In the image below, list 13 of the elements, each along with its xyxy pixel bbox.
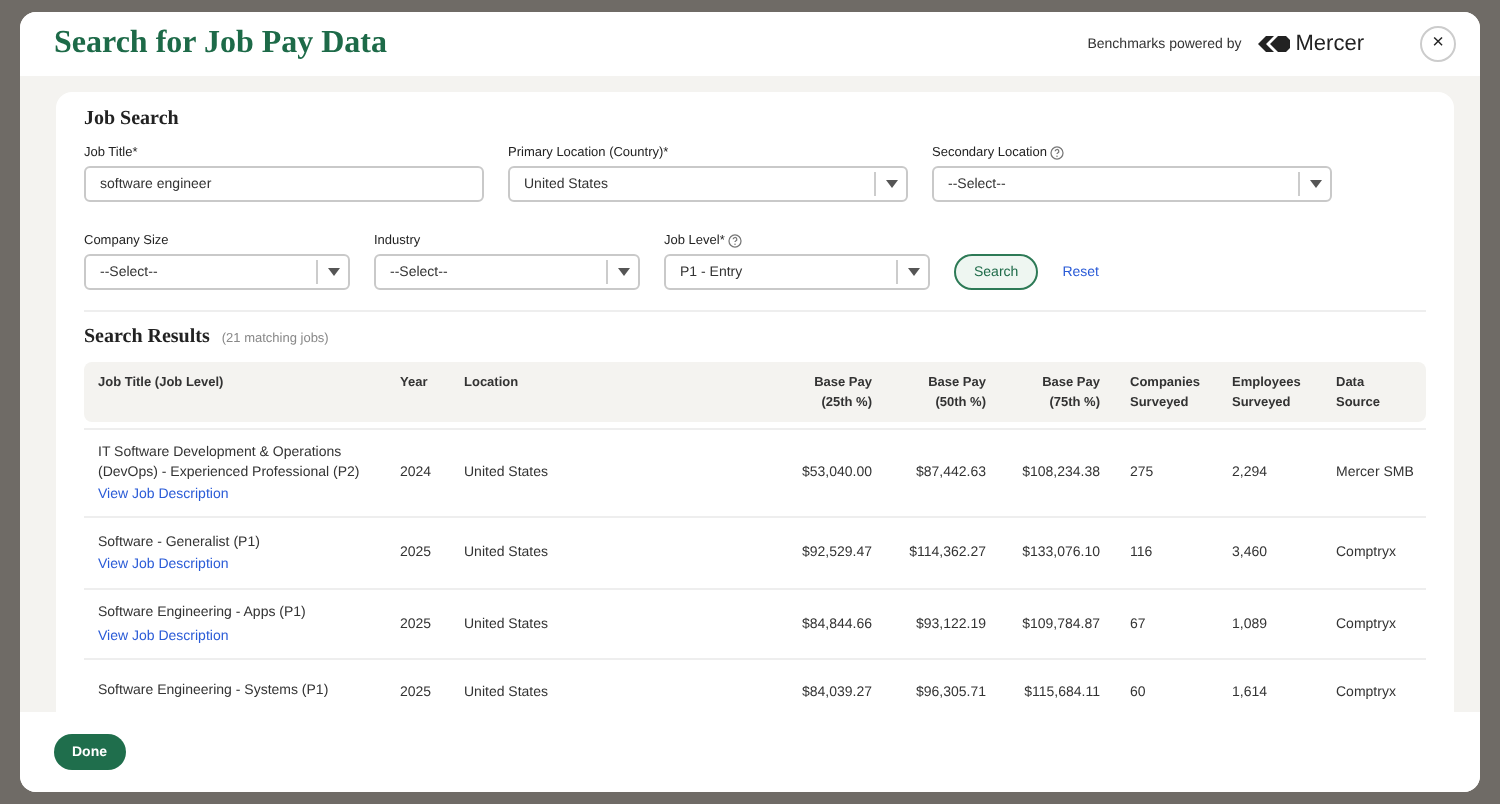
caret-icon — [1309, 180, 1321, 188]
dialog-title: Search for Job Pay Data — [54, 26, 390, 62]
section-title: Job Search — [84, 108, 181, 130]
section-title: Search Results — [84, 326, 210, 348]
caret-icon — [907, 268, 919, 276]
help-icon — [1050, 146, 1065, 160]
close-button[interactable]: × — [1420, 26, 1456, 62]
caret-icon — [885, 180, 897, 188]
caret-icon — [617, 268, 629, 276]
caret-icon — [327, 268, 339, 276]
logo-icon — [1257, 34, 1290, 54]
help-icon — [728, 234, 743, 248]
brand-name: Mercer — [1295, 32, 1364, 56]
